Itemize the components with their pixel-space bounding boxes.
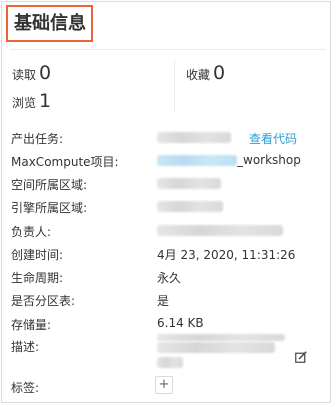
maxcompute-project-label: MaxCompute项目: bbox=[11, 155, 119, 169]
redacted-value bbox=[157, 201, 223, 212]
redacted-value bbox=[157, 225, 283, 236]
redacted-value bbox=[157, 178, 221, 189]
row-lifecycle: 生命周期: 永久 bbox=[11, 269, 329, 287]
row-partitioned: 是否分区表: 是 bbox=[11, 292, 329, 310]
partitioned-label: 是否分区表: bbox=[11, 294, 76, 308]
storage-value: 6.14 KB bbox=[157, 316, 204, 330]
stat-browse-label: 浏览 bbox=[12, 96, 37, 110]
row-maxcompute-project: MaxCompute项目: _workshop bbox=[11, 153, 329, 171]
basic-info-panel: 基础信息 读取 0 收藏 0 浏览 1 产出任务: 查看代码 MaxCompute项目… bbox=[1, 1, 331, 403]
created-time-value: 4月 23, 2020, 11:31:26 bbox=[157, 248, 296, 262]
add-tag-button[interactable]: + bbox=[155, 376, 173, 394]
description-value bbox=[157, 340, 275, 354]
output-task-value bbox=[157, 130, 231, 144]
row-storage: 存储量: 6.14 KB bbox=[11, 316, 329, 341]
row-created-time: 创建时间: 4月 23, 2020, 11:31:26 bbox=[11, 246, 329, 264]
stat-browse: 浏览 1 bbox=[12, 90, 51, 112]
stat-browse-value: 1 bbox=[39, 90, 52, 112]
stat-favorite: 收藏 0 bbox=[186, 62, 225, 84]
edit-icon[interactable] bbox=[295, 351, 307, 363]
tags-label: 标签: bbox=[11, 381, 40, 395]
row-description: 描述: bbox=[11, 338, 329, 368]
description-label: 描述: bbox=[11, 340, 40, 354]
stat-favorite-value: 0 bbox=[213, 62, 226, 84]
stat-favorite-label: 收藏 bbox=[186, 68, 211, 82]
engine-region-label: 引擎所属区域: bbox=[11, 201, 88, 215]
storage-label: 存储量: bbox=[11, 318, 52, 332]
maxcompute-project-link[interactable]: _workshop bbox=[157, 153, 301, 167]
row-engine-region: 引擎所属区域: bbox=[11, 199, 329, 217]
row-output-task: 产出任务: 查看代码 bbox=[11, 130, 329, 148]
lifecycle-value: 永久 bbox=[157, 271, 182, 285]
project-name-suffix: _workshop bbox=[237, 153, 301, 167]
stat-read: 读取 0 bbox=[12, 62, 51, 84]
created-time-label: 创建时间: bbox=[11, 248, 64, 262]
space-region-value bbox=[157, 176, 221, 190]
redacted-value bbox=[157, 357, 183, 368]
lifecycle-label: 生命周期: bbox=[11, 271, 64, 285]
stat-read-label: 读取 bbox=[12, 68, 37, 82]
section-title: 基础信息 bbox=[6, 5, 93, 42]
engine-region-value bbox=[157, 199, 223, 213]
owner-label: 负责人: bbox=[11, 225, 52, 239]
stat-read-value: 0 bbox=[39, 62, 52, 84]
redacted-value bbox=[157, 342, 275, 353]
stats-divider bbox=[174, 60, 175, 112]
space-region-label: 空间所属区域: bbox=[11, 178, 88, 192]
row-owner: 负责人: bbox=[11, 223, 329, 241]
output-task-label: 产出任务: bbox=[11, 132, 64, 146]
partitioned-value: 是 bbox=[157, 294, 170, 308]
redacted-value bbox=[157, 155, 237, 166]
row-space-region: 空间所属区域: bbox=[11, 176, 329, 194]
owner-value bbox=[157, 223, 283, 237]
view-code-link[interactable]: 查看代码 bbox=[249, 130, 297, 147]
description-value-line2 bbox=[157, 355, 183, 369]
redacted-value bbox=[157, 132, 231, 143]
title-divider bbox=[10, 49, 326, 50]
